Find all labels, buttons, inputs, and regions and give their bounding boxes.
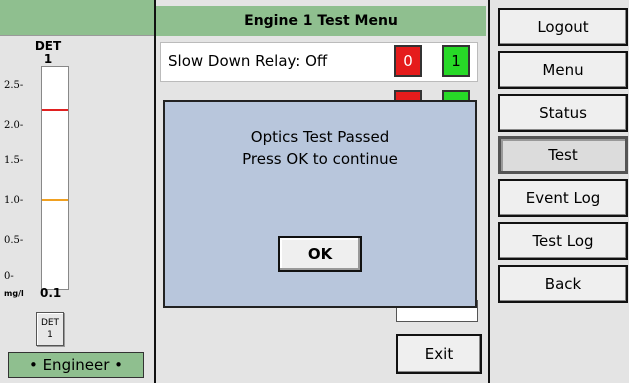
relay-off-button[interactable]: 0 <box>394 45 422 77</box>
test-button[interactable]: Test <box>498 136 628 174</box>
gauge-tick: 1.0- <box>4 195 24 206</box>
back-button[interactable]: Back <box>498 265 628 303</box>
event-log-button[interactable]: Event Log <box>498 179 628 217</box>
relay-on-button[interactable]: 1 <box>442 45 470 77</box>
gauge-ticks: 2.5- 2.0- 1.5- 1.0- 0.5- 0- <box>0 0 40 290</box>
detector-button-label: DET <box>40 318 60 328</box>
exit-button[interactable]: Exit <box>396 334 482 374</box>
detector-button-number: 1 <box>47 330 53 340</box>
status-button[interactable]: Status <box>498 94 628 132</box>
detector-select-button[interactable]: DET 1 <box>36 312 64 346</box>
gauge-value: 0.1 <box>40 286 62 300</box>
gauge-tick: 1.5- <box>4 155 24 166</box>
user-level-badge: • Engineer • <box>8 352 144 378</box>
alarm-high-line <box>42 109 68 112</box>
menu-button[interactable]: Menu <box>498 51 628 89</box>
gauge-tick: 2.0- <box>4 120 24 131</box>
dialog-message-line1: Optics Test Passed <box>250 128 390 146</box>
ok-button[interactable]: OK <box>278 236 362 272</box>
gauge-tick: 2.5- <box>4 80 24 91</box>
gauge-tick: 0- <box>4 271 14 282</box>
page-title: Engine 1 Test Menu <box>156 6 486 36</box>
logout-button[interactable]: Logout <box>498 8 628 46</box>
slow-down-relay-label: Slow Down Relay: Off <box>168 52 328 70</box>
gauge-unit: mg/l <box>4 289 24 298</box>
concentration-gauge <box>41 66 69 290</box>
dialog-message-line2: Press OK to continue <box>242 150 398 168</box>
test-log-button[interactable]: Test Log <box>498 222 628 260</box>
gauge-tick: 0.5- <box>4 235 24 246</box>
alarm-low-line <box>42 198 68 201</box>
